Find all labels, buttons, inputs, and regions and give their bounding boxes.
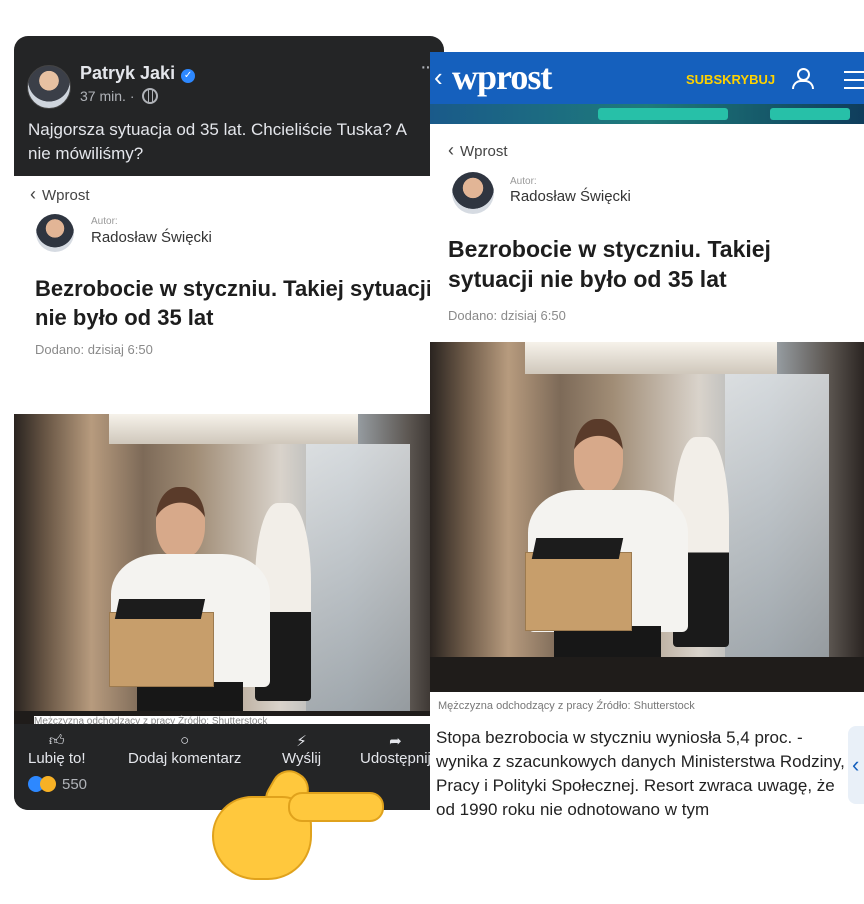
article-author: Radosław Święcki	[91, 229, 212, 246]
subscribe-button[interactable]: SUBSKRYBUJ	[686, 72, 775, 87]
facebook-post: Patryk Jaki ✓ 37 min. · ··· Najgorsza syt…	[14, 36, 444, 810]
chevron-left-icon: ‹	[30, 184, 36, 204]
author-name-row[interactable]: Patryk Jaki ✓	[80, 63, 196, 84]
article-author[interactable]: Radosław Święcki	[510, 188, 631, 205]
article-author-avatar	[36, 214, 74, 252]
article-photo	[430, 342, 864, 692]
messenger-icon: ⚡︎	[296, 733, 307, 750]
back-label: Wprost	[42, 187, 90, 204]
article-photo	[14, 414, 444, 724]
chevron-left-icon[interactable]: ‹	[434, 62, 443, 93]
menu-icon[interactable]	[844, 71, 864, 89]
back-link[interactable]: ‹ Wprost	[448, 140, 508, 161]
globe-icon	[142, 88, 159, 104]
send-button[interactable]: ⚡︎ Wyślij	[282, 732, 321, 767]
wprost-logo[interactable]: wprost	[452, 56, 552, 98]
post-time[interactable]: 37 min.	[80, 88, 126, 104]
share-button[interactable]: ➦ Udostępnij	[360, 732, 431, 767]
post-text: Najgorsza sytuacja od 35 lat. Chcieliści…	[28, 120, 406, 163]
post-meta: 37 min. ·	[80, 88, 159, 104]
shared-article-screenshot[interactable]: ‹ Wprost Autor: Radosław Święcki Bezroboc…	[14, 176, 444, 724]
photo-caption: Mężczyzna odchodzący z pracy Źródło: Shu…	[438, 700, 695, 712]
like-label: Lubię to!	[28, 750, 86, 767]
chevron-left-icon: ‹	[448, 140, 454, 160]
article-date: Dodano: dzisiaj 6:50	[35, 342, 153, 357]
article-date: Dodano: dzisiaj 6:50	[448, 308, 566, 323]
back-link[interactable]: ‹ Wprost	[30, 184, 90, 205]
author-label: Autor:	[510, 176, 537, 187]
comment-button[interactable]: ○ Dodaj komentarz	[128, 732, 241, 767]
thumbs-up-icon: 👍︎	[48, 732, 65, 749]
author-label: Autor:	[91, 216, 118, 227]
article-body: Stopa bezrobocia w styczniu wyniosła 5,4…	[436, 728, 845, 819]
author-name[interactable]: Patryk Jaki	[80, 63, 175, 83]
reactions-summary[interactable]: 550	[28, 776, 87, 793]
article-author-avatar[interactable]	[452, 172, 494, 214]
like-button[interactable]: 👍︎ Lubię to!	[28, 732, 86, 767]
wprost-article-page: ‹ wprost SUBSKRYBUJ ‹ Wprost Autor: Rados…	[430, 52, 864, 838]
sad-reaction-icon	[40, 776, 56, 792]
wprost-header: ‹ wprost SUBSKRYBUJ	[430, 52, 864, 104]
author-avatar[interactable]	[27, 65, 71, 109]
send-label: Wyślij	[282, 750, 322, 767]
share-icon: ➦	[389, 733, 402, 750]
pointing-hand-icon	[212, 763, 384, 880]
reaction-count: 550	[62, 776, 88, 793]
article-title: Bezrobocie w styczniu. Takiej sytuacji n…	[35, 276, 432, 330]
share-label: Udostępnij	[360, 750, 431, 767]
verified-badge-icon: ✓	[181, 69, 196, 83]
back-label: Wprost	[460, 143, 508, 160]
user-icon[interactable]	[792, 68, 814, 89]
article-title: Bezrobocie w styczniu. Takiej sytuacji n…	[448, 236, 771, 292]
comment-icon: ○	[180, 732, 190, 749]
photo-caption: Mężczyzna odchodzący z pracy Źródło: Shu…	[34, 716, 434, 724]
ad-banner[interactable]	[430, 104, 864, 124]
post-header: Patryk Jaki ✓ 37 min. · ··· Najgorsza syt…	[14, 36, 444, 176]
meta-separator: ·	[129, 88, 135, 104]
side-tab-chevron-icon[interactable]: ‹	[848, 726, 864, 804]
comment-label: Dodaj komentarz	[128, 750, 242, 767]
